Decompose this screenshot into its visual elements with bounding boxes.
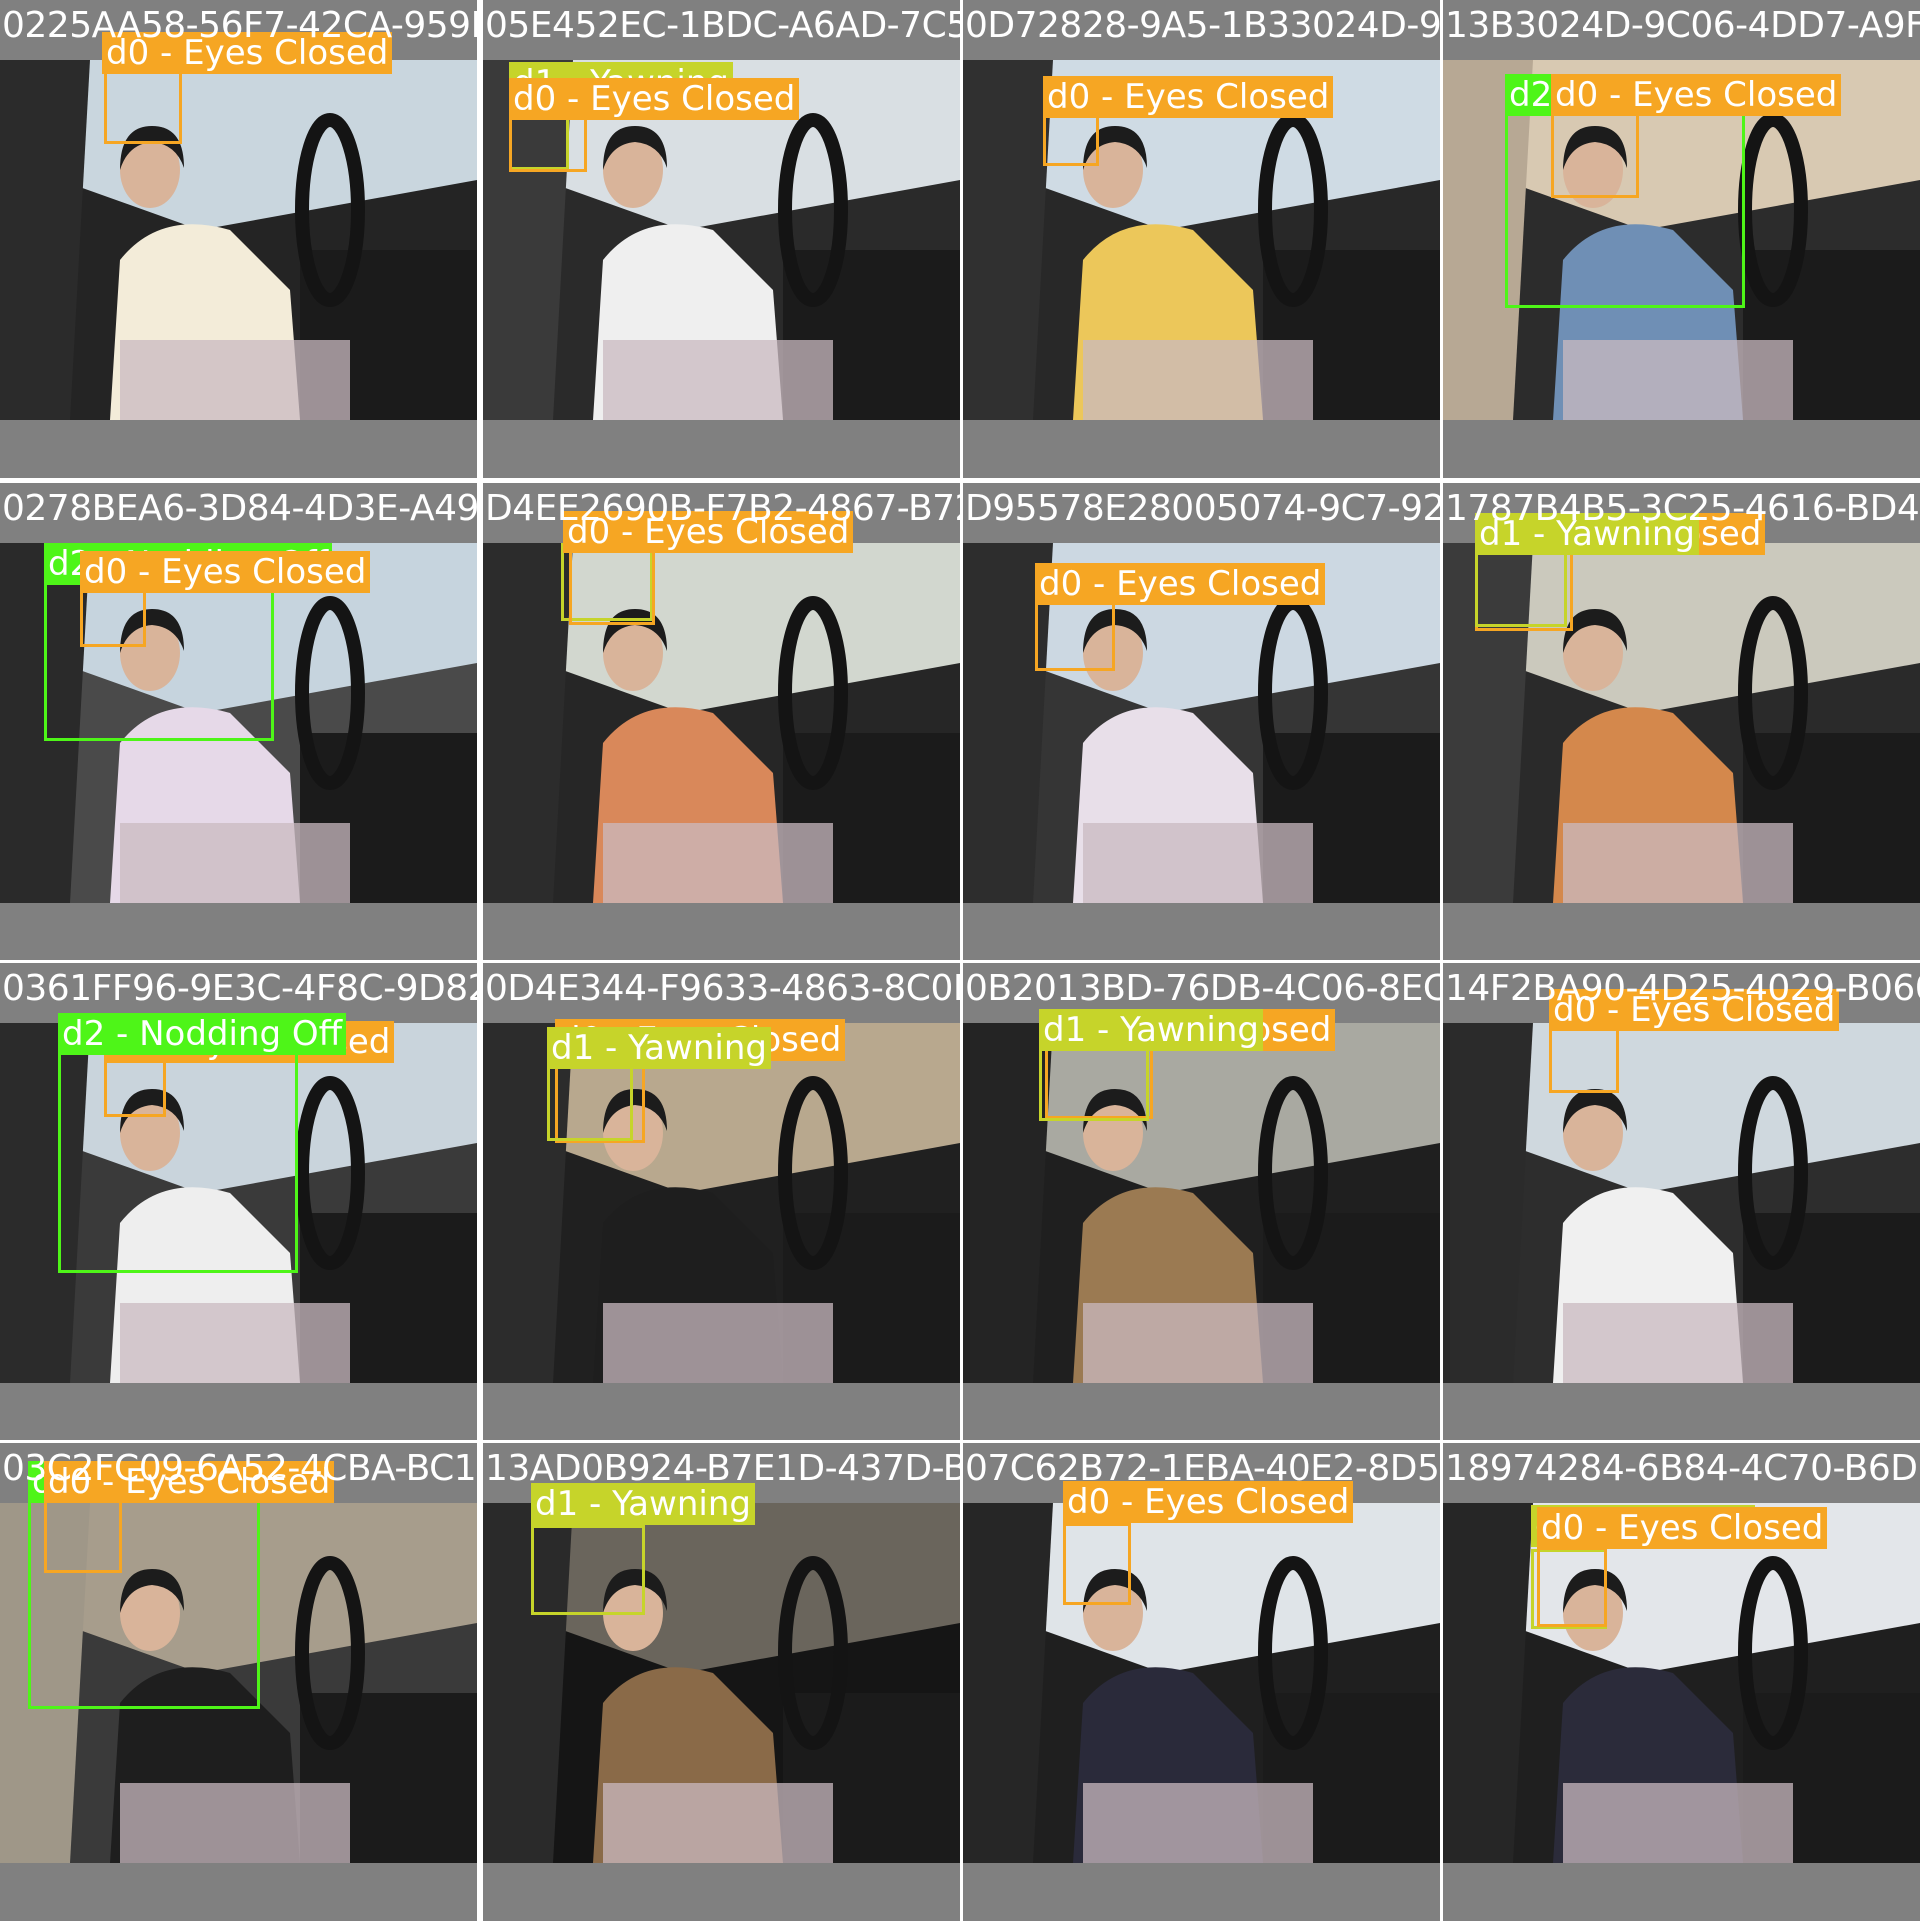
- tile-filename: D95578E28005074-9C7-921A-1787B4B5C3C25_j…: [965, 488, 1440, 529]
- detection-label: d0 - Eyes Closed: [80, 551, 371, 593]
- mosaic-grid: 0225AA58-56F7-42CA-959D0-6E4C4E5DB5-8EC7…: [0, 0, 1920, 1921]
- tile-photo: [483, 1503, 960, 1863]
- tile-padding: [0, 420, 477, 478]
- driver-photo: [0, 60, 477, 420]
- tile-photo: [483, 543, 960, 903]
- grid-divider: [0, 1440, 1920, 1443]
- driver-photo: [483, 1503, 960, 1863]
- detection-label: d0 - Eyes Closed: [1043, 76, 1334, 118]
- mosaic-tile: 14F2BA90-4D25-4029-B060 d0 - Eyes Closed: [1443, 963, 1920, 1441]
- tile-padding: [483, 1383, 960, 1441]
- tile-padding: [1443, 903, 1920, 961]
- tile-filename: 07C62B72-1EBA-40E2-8D58-897428E6B84C_jpg: [965, 1448, 1440, 1489]
- mosaic-tile: 0361FF96-9E3C-4F8C-9D82-0C4E344F9633_jpg…: [0, 963, 477, 1441]
- tile-padding: [483, 420, 960, 478]
- tile-photo: [1443, 1503, 1920, 1863]
- mosaic-tile: 07C62B72-1EBA-40E2-8D58-897428E6B84C_jpg…: [963, 1443, 1440, 1921]
- tile-photo: [1443, 543, 1920, 903]
- mosaic-tile: 03C2FC09-6A52-4CBA-BC13-AD0B924B7E1D_jpg…: [0, 1443, 477, 1921]
- tile-padding: [0, 903, 477, 961]
- driver-photo: [0, 543, 477, 903]
- tile-padding: [1443, 1863, 1920, 1921]
- mosaic-tile: 13AD0B924-B7E1D-437D-B337-7C62B721EBA0_j…: [483, 1443, 960, 1921]
- tile-photo: [1443, 1023, 1920, 1383]
- tile-photo: [0, 543, 477, 903]
- tile-padding: [963, 420, 1440, 478]
- tile-padding: [483, 903, 960, 961]
- mosaic-tile: 1787B4B5-3C25-4616-BD49d0 - Eyes Closedd…: [1443, 483, 1920, 961]
- tile-filename: 05E452EC-1BDC-A6AD-7C5B56780D4-_jpg: [485, 5, 960, 46]
- mosaic-tile: 13B3024D-9C06-4DD7-A9F8d2 - Nodding Offd…: [1443, 0, 1920, 478]
- tile-filename: 0B2013BD-76DB-4C06-8EC1-4F2BA90A4D25_jpg: [965, 968, 1440, 1009]
- grid-divider: [0, 480, 1920, 483]
- tile-filename: 14F2BA90-4D25-4029-B060: [1445, 968, 1920, 1009]
- tile-padding: [1443, 1383, 1920, 1441]
- tile-padding: [963, 1383, 1440, 1441]
- tile-filename: 0D72828-9A5-1B33024D-9C6-1_jpg: [965, 5, 1440, 46]
- driver-photo: [963, 1503, 1440, 1863]
- driver-photo: [483, 543, 960, 903]
- mosaic-tile: 0225AA58-56F7-42CA-959D0-6E4C4E5DB5-8EC7…: [0, 0, 477, 478]
- tile-filename: 03C2FC09-6A52-4CBA-BC13-AD0B924B7E1D_jpg: [2, 1448, 477, 1489]
- tile-filename: 1787B4B5-3C25-4616-BD49: [1445, 488, 1920, 529]
- tile-photo: [0, 60, 477, 420]
- tile-padding: [963, 1863, 1440, 1921]
- tile-filename: 18974284-6B84-4C70-B6DD: [1445, 1448, 1920, 1489]
- tile-padding: [1443, 420, 1920, 478]
- mosaic-tile: 0D4E344-F9633-4863-8C0D-B2013BD76DB7_jpg…: [483, 963, 960, 1441]
- driver-photo: [0, 1503, 477, 1863]
- detection-label: d0 - Eyes Closed: [1537, 1507, 1828, 1549]
- tile-filename: 0278BEA6-3D84-4D3E-A49B-4A0B6903F793_jpg: [2, 488, 477, 529]
- grid-divider: [0, 960, 1920, 963]
- driver-photo: [0, 1023, 477, 1383]
- tile-photo: [483, 1023, 960, 1383]
- tile-photo: [963, 1023, 1440, 1383]
- detection-label: d2 - Nodding Off: [58, 1013, 347, 1055]
- mosaic-tile: 0278BEA6-3D84-4D3E-A49B-4A0B6903F793_jpg…: [0, 483, 477, 961]
- mosaic-tile: D95578E28005074-9C7-921A-1787B4B5C3C25_j…: [963, 483, 1440, 961]
- tile-filename: 0225AA58-56F7-42CA-959D0-6E4C4E5DB5-8EC7…: [2, 5, 477, 46]
- mosaic-tile: 05E452EC-1BDC-A6AD-7C5B56780D4-_jpgd1 - …: [483, 0, 960, 478]
- mosaic-tile: 0D72828-9A5-1B33024D-9C6-1_jpg d0 - Eyes …: [963, 0, 1440, 478]
- driver-photo: [483, 1023, 960, 1383]
- mosaic-tile: D4EE2690B-F7B2-4867-B72E-9557EB280507_jp…: [483, 483, 960, 961]
- tile-padding: [963, 903, 1440, 961]
- driver-photo: [1443, 1503, 1920, 1863]
- detection-label: d0 - Eyes Closed: [1035, 563, 1326, 605]
- driver-photo: [963, 1023, 1440, 1383]
- driver-photo: [1443, 1023, 1920, 1383]
- mosaic-tile: 18974284-6B84-4C70-B6DDd1 - Yawningd0 - …: [1443, 1443, 1920, 1921]
- tile-filename: 13B3024D-9C06-4DD7-A9F8: [1445, 5, 1920, 46]
- tile-filename: D4EE2690B-F7B2-4867-B72E-9557EB280507_jp…: [485, 488, 960, 529]
- detection-label: d0 - Eyes Closed: [509, 78, 800, 120]
- tile-padding: [0, 1863, 477, 1921]
- tile-filename: 0D4E344-F9633-4863-8C0D-B2013BD76DB7_jpg: [485, 968, 960, 1009]
- tile-photo: [0, 1023, 477, 1383]
- driver-photo: [1443, 543, 1920, 903]
- detection-label: d0 - Eyes Closed: [1551, 74, 1842, 116]
- mosaic-tile: 0B2013BD-76DB-4C06-8EC1-4F2BA90A4D25_jpg…: [963, 963, 1440, 1441]
- tile-padding: [0, 1383, 477, 1441]
- tile-photo: [963, 1503, 1440, 1863]
- tile-filename: 13AD0B924-B7E1D-437D-B337-7C62B721EBA0_j…: [485, 1448, 960, 1489]
- detection-label: d1 - Yawning: [547, 1027, 771, 1069]
- tile-padding: [483, 1863, 960, 1921]
- tile-filename: 0361FF96-9E3C-4F8C-9D82-0C4E344F9633_jpg: [2, 968, 477, 1009]
- tile-photo: [0, 1503, 477, 1863]
